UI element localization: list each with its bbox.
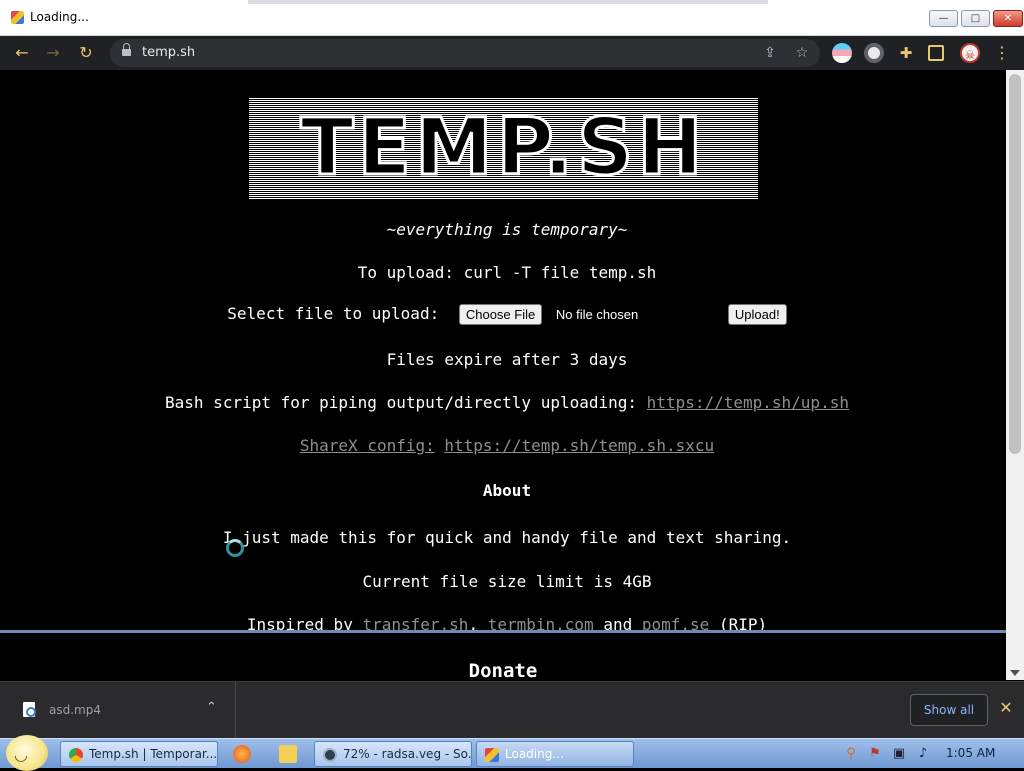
tagline: ~everything is temporary~ [386,220,628,239]
logo-text: TEMP.SH [299,103,707,193]
bookmark-star-icon[interactable]: ☆ [792,43,812,63]
app-icon [11,11,24,24]
download-item[interactable]: asd.mp4 ⌃ [0,682,236,739]
expire-text: Files expire after 3 days [386,350,628,369]
inspired-comma: , [468,615,479,630]
about-heading: About [482,481,532,500]
about-text: I just made this for quick and handy fil… [222,528,792,547]
select-file-label: Select file to upload: [227,304,440,323]
scrollbar-thumb[interactable] [1009,74,1021,454]
vegas-icon [323,747,337,762]
bash-script-link[interactable]: https://temp.sh/up.sh [647,393,849,412]
inspired-line: Inspired by transfer.sh, termbin.com and… [8,615,1006,630]
no-file-chosen-text: No file chosen [555,307,639,322]
pomf-link[interactable]: pomf.se [642,615,709,630]
close-downloads-icon[interactable]: ✕ [998,700,1014,716]
address-bar[interactable]: temp.sh ⇪ ☆ [110,39,820,67]
share-icon[interactable]: ⇪ [760,43,780,63]
forward-icon[interactable]: → [41,42,65,64]
transfer-sh-link[interactable]: transfer.sh [362,615,468,630]
chrome-icon [69,747,83,762]
firefox-icon[interactable] [233,745,251,763]
inspired-and: and [603,615,633,630]
size-limit-text: Current file size limit is 4GB [362,572,652,591]
window-titlebar: Loading... — □ ✕ [0,0,1024,36]
inspired-prefix: Inspired by [246,615,353,630]
sharex-label[interactable]: ShareX config: [300,436,435,455]
network-icon[interactable]: ▣ [891,746,907,762]
lock-icon[interactable] [122,43,131,57]
titlebar-strip [248,0,768,4]
donate-heading: Donate [468,660,538,682]
chevron-up-icon[interactable]: ⌃ [206,700,217,715]
termbin-link[interactable]: termbin.com [488,615,594,630]
extension-icon[interactable] [832,43,852,63]
back-icon[interactable]: ← [10,42,34,64]
task-label: 72% - radsa.veg - So... [343,747,472,761]
task-loading[interactable]: Loading... [476,741,634,767]
upload-command: To upload: curl -T file temp.sh [357,263,657,282]
file-icon [23,702,36,717]
window-title: Loading... [30,10,89,24]
upload-form: Select file to upload: Choose File No fi… [8,304,1006,325]
sharex-link[interactable]: https://temp.sh/temp.sh.sxcu [444,436,714,455]
downloads-bar: asd.mp4 ⌃ Show all ✕ [0,681,1024,739]
bash-script-label: Bash script for piping output/directly u… [165,393,638,412]
puzzle-icon[interactable]: ✚ [896,43,916,63]
smiley-icon: ◡ [14,745,28,764]
taskbar: ◡ Temp.sh | Temporar... 72% - radsa.veg … [0,735,1024,771]
sharex-line: ShareX config: https://temp.sh/temp.sh.s… [8,436,1006,455]
upload-button[interactable]: Upload! [727,304,787,325]
page-scrollbar[interactable] [1006,70,1024,680]
download-filename[interactable]: asd.mp4 [49,703,101,717]
task-temp-sh[interactable]: Temp.sh | Temporar... [60,741,218,767]
show-all-button[interactable]: Show all [910,694,988,726]
start-button[interactable]: ◡ [6,735,48,771]
url-text[interactable]: temp.sh [142,45,195,60]
loading-spinner-icon [226,539,244,557]
reload-icon[interactable]: ↻ [74,42,98,64]
sidepanel-icon[interactable] [928,45,944,61]
temp-sh-logo: TEMP.SH [249,97,758,199]
search-icon[interactable]: ⚲ [843,746,859,762]
taskbar-clock[interactable]: 1:05 AM [946,746,995,760]
task-label: Loading... [505,747,564,761]
volume-icon[interactable]: ♪ [915,746,931,762]
record-icon[interactable] [864,43,884,63]
task-vegas[interactable]: 72% - radsa.veg - So... [314,741,472,767]
security-icon[interactable]: ⚑ [867,746,883,762]
bash-script-line: Bash script for piping output/directly u… [8,393,1006,412]
browser-toolbar: ← → ↻ temp.sh ⇪ ☆ ✚ ☠ ⋮ [0,36,1024,70]
menu-kebab-icon[interactable]: ⋮ [992,43,1012,63]
page-viewport: TEMP.SH ~everything is temporary~ To upl… [8,70,1006,630]
minimize-button[interactable]: — [929,10,958,27]
profile-avatar-icon[interactable]: ☠ [960,43,980,63]
inspired-suffix: (RIP) [718,615,768,630]
scroll-down-arrow-icon[interactable] [1010,670,1020,676]
choose-file-button[interactable]: Choose File [458,304,543,325]
maximize-button[interactable]: □ [961,10,990,27]
page-lower-strip: Donate [0,630,1006,682]
task-label: Temp.sh | Temporar... [89,747,218,761]
app-icon [485,747,499,762]
close-window-button[interactable]: ✕ [993,10,1023,27]
folder-icon[interactable] [279,745,297,763]
